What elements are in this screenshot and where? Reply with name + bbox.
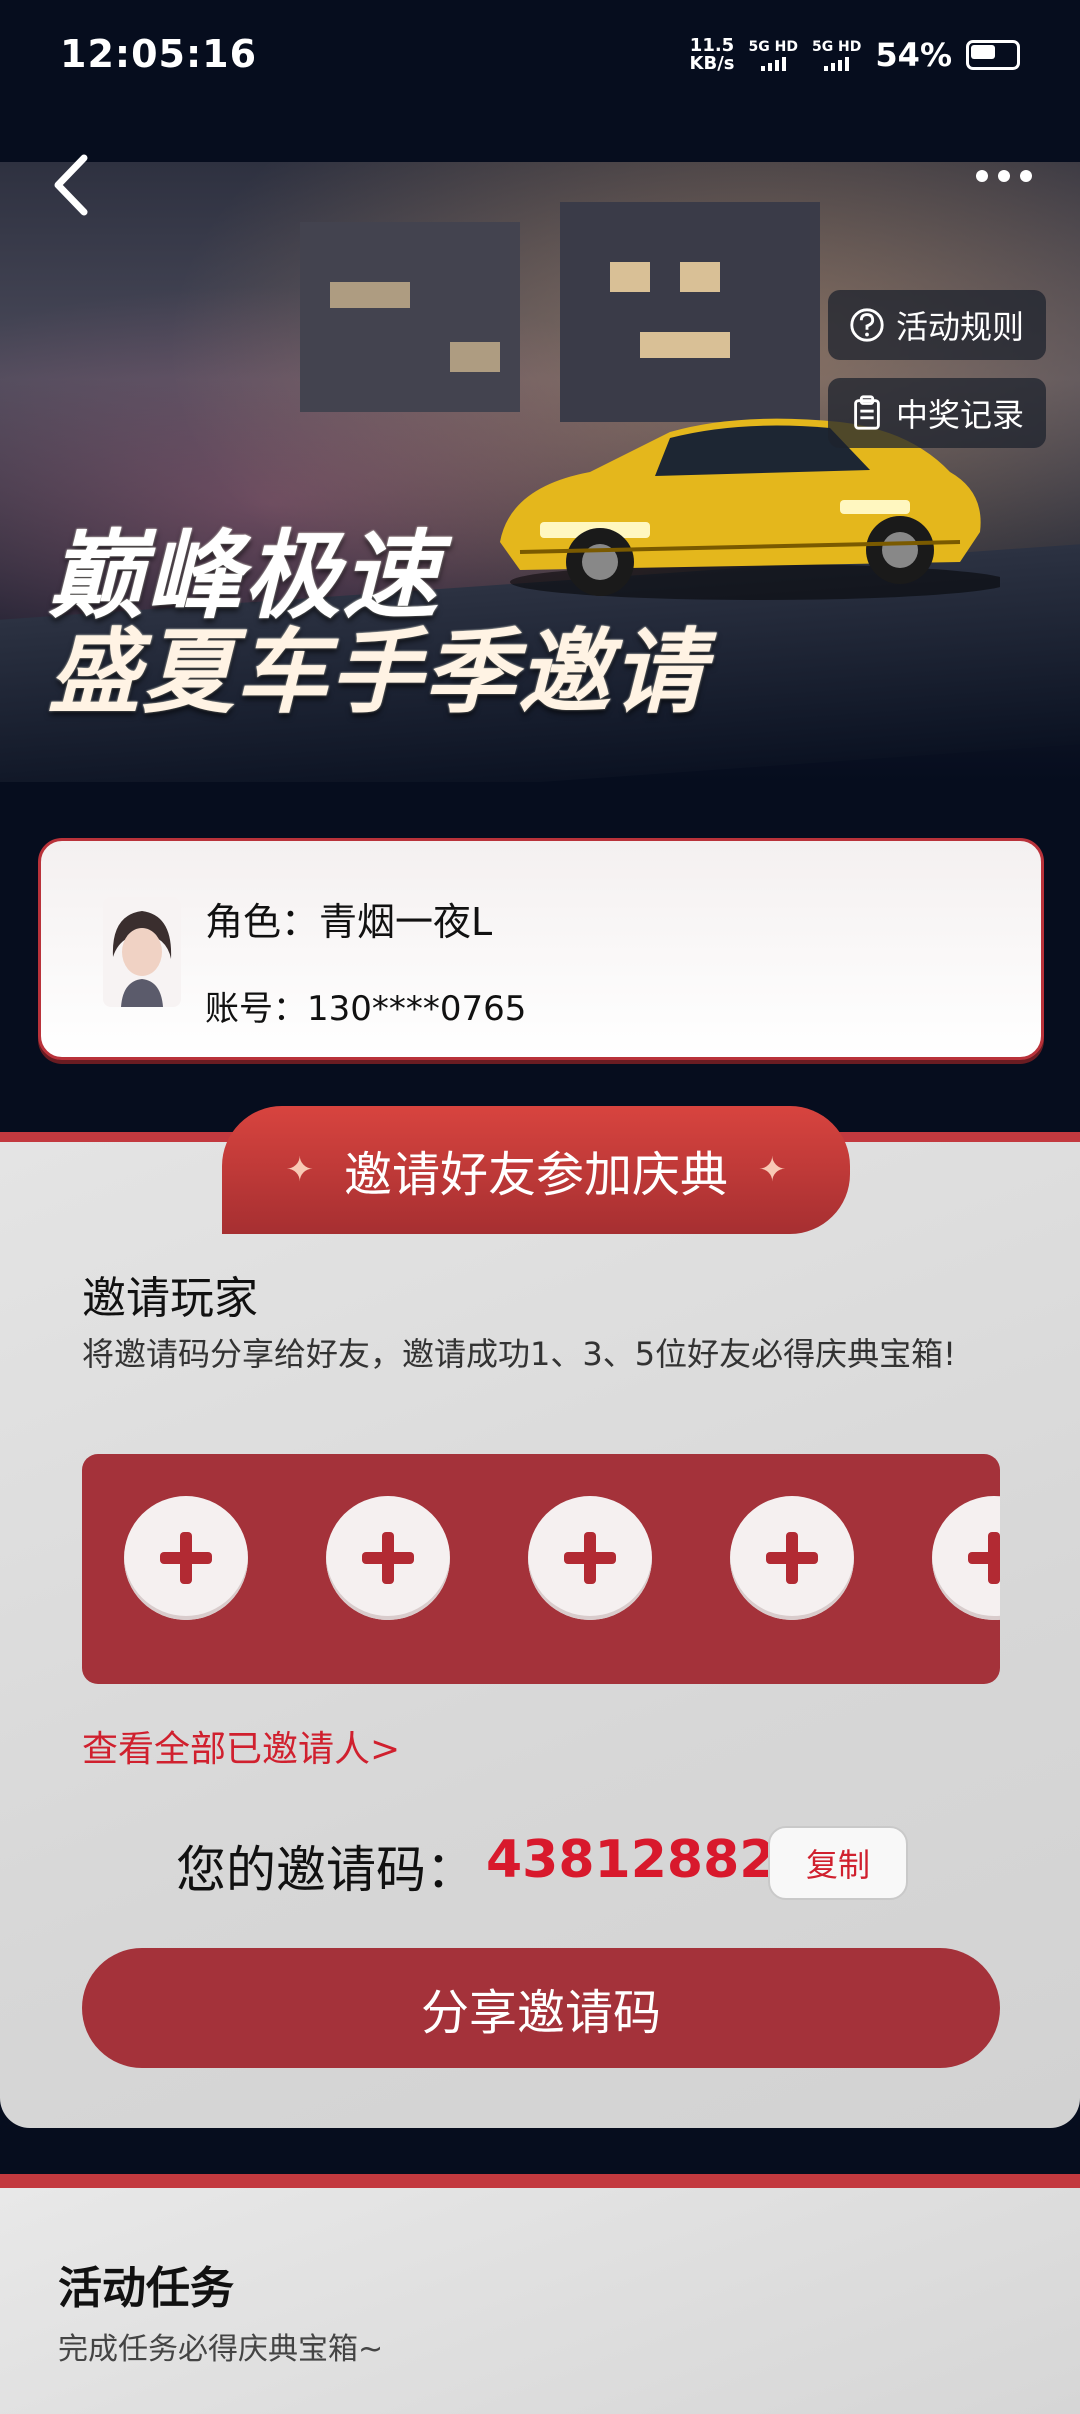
add-friend-slot-3[interactable] [528, 1496, 652, 1620]
invite-code-value: 43812882 [486, 1830, 776, 1890]
signal-sim1-icon: 5G HD [749, 39, 798, 71]
share-invite-code-button[interactable]: 分享邀请码 [82, 1948, 1000, 2068]
account-number: 账号：130****0765 [205, 989, 527, 1029]
add-friend-slot-5[interactable] [932, 1496, 1000, 1620]
prize-records-button[interactable]: 中奖记录 [827, 378, 1046, 448]
more-options-icon[interactable] [976, 170, 1032, 182]
add-friend-slot-1[interactable] [124, 1496, 248, 1620]
window-light [330, 282, 410, 308]
back-arrow-icon [54, 154, 88, 216]
background-building [560, 202, 820, 422]
clipboard-icon [854, 395, 880, 430]
activity-rules-button[interactable]: 活动规则 [827, 290, 1046, 360]
invite-section-title: 邀请玩家 [82, 1273, 258, 1324]
hero-title-line2: 盛夏车手季邀请 [48, 619, 707, 726]
add-friend-slot-2[interactable] [326, 1496, 450, 1620]
invite-banner: ✦ 邀请好友参加庆典 ✦ [222, 1106, 850, 1234]
invite-description: 将邀请码分享给好友，邀请成功1、3、5位好友必得庆典宝箱! [82, 1335, 956, 1373]
status-bar: 12:05:16 11.5 KB/s 5G HD 5G HD 54% [0, 0, 1080, 110]
window-light [610, 262, 650, 292]
tasks-description: 完成任务必得庆典宝箱~ [58, 2332, 384, 2367]
avatar [103, 897, 181, 1007]
view-all-invitees-link[interactable]: 查看全部已邀请人> [82, 1720, 400, 1772]
status-indicators: 11.5 KB/s 5G HD 5G HD 54% [690, 36, 1020, 74]
window-light [640, 332, 730, 358]
invite-slots [82, 1454, 1000, 1684]
battery-percent: 54% [875, 36, 952, 74]
role-name: 角色：青烟一夜L [205, 900, 493, 944]
prize-records-label: 中奖记录 [895, 396, 1024, 434]
network-speed: 11.5 KB/s [689, 35, 735, 74]
tasks-title: 活动任务 [58, 2263, 234, 2314]
signal-sim2-icon: 5G HD [812, 39, 861, 71]
status-time: 12:05:16 [60, 32, 258, 76]
question-circle-icon [850, 308, 884, 342]
invite-code-label: 您的邀请码： [176, 1841, 476, 1899]
battery-icon [966, 40, 1020, 70]
sparkle-icon: ✦ [758, 1150, 787, 1190]
profile-card: 角色：青烟一夜L 账号：130****0765 [38, 838, 1044, 1060]
sparkle-icon: ✦ [285, 1150, 314, 1190]
invite-banner-title: 邀请好友参加庆典 [343, 1147, 728, 1203]
back-button[interactable] [46, 150, 96, 220]
hero-banner: 巅峰极速 盛夏车手季邀请 [0, 162, 1080, 782]
window-light [450, 342, 500, 372]
activity-rules-label: 活动规则 [895, 308, 1024, 346]
window-light [680, 262, 720, 292]
add-friend-slot-4[interactable] [730, 1496, 854, 1620]
copy-button[interactable]: 复制 [768, 1826, 908, 1900]
background-building [300, 222, 520, 412]
